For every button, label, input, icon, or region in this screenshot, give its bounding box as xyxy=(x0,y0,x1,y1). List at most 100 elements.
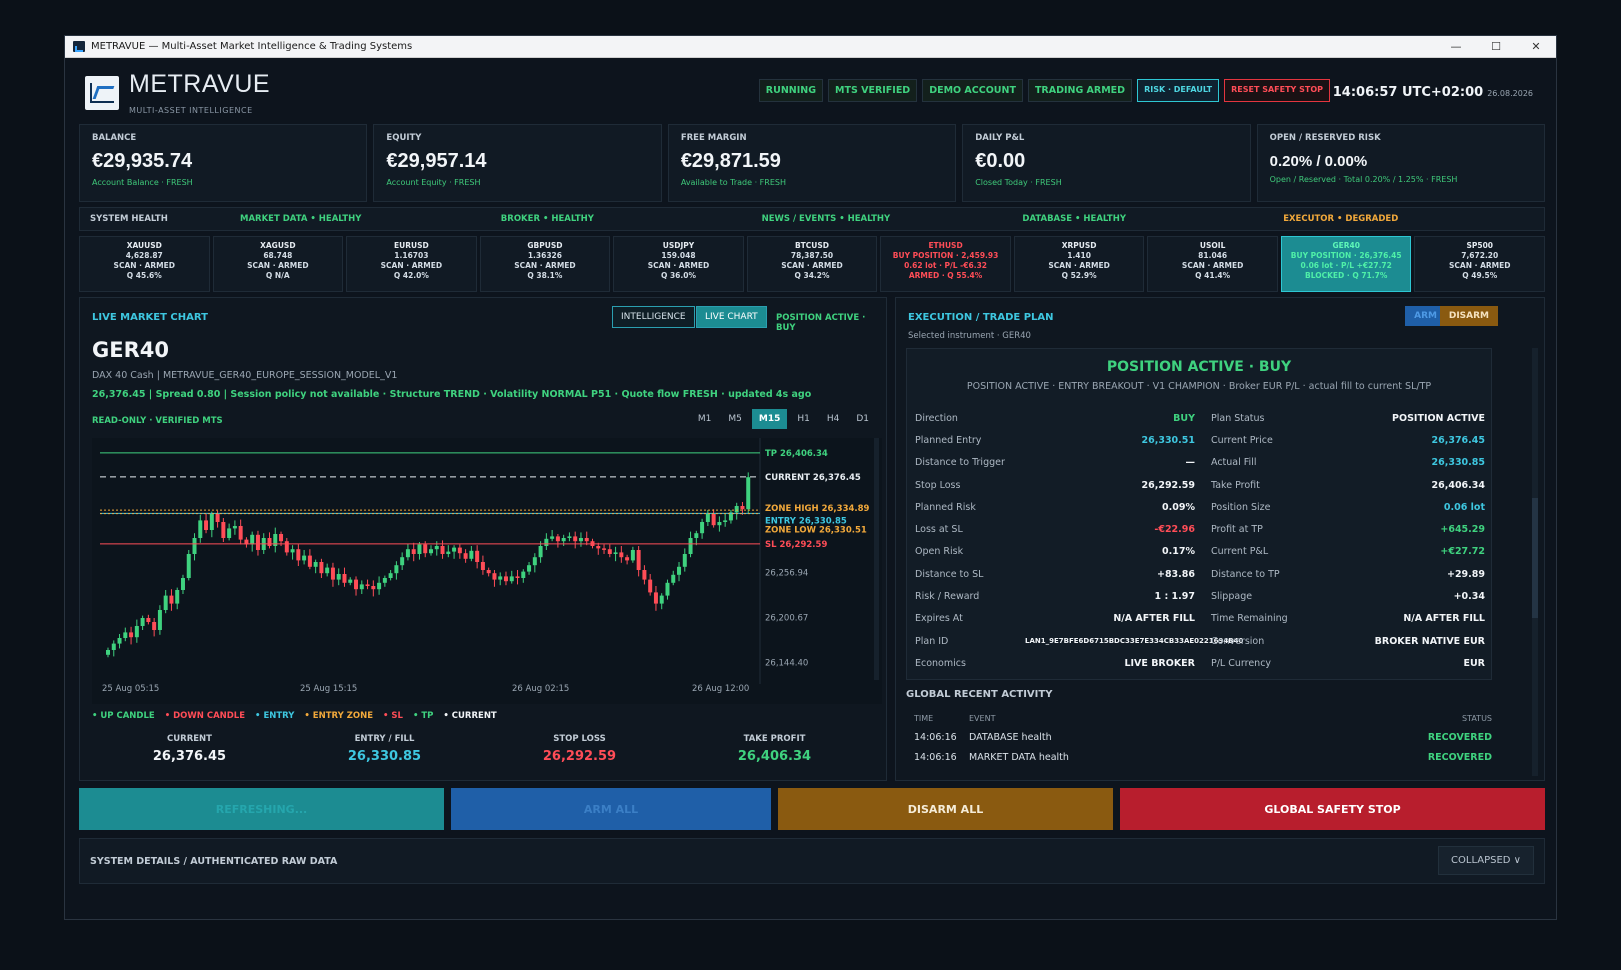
legend-sl: • SL xyxy=(383,711,403,721)
collapse-toggle[interactable]: COLLAPSED ∨ xyxy=(1438,846,1534,875)
up-candle xyxy=(700,522,705,534)
down-candle xyxy=(584,538,589,542)
ticker-sp500[interactable]: SP500 7,672.20 SCAN · ARMED Q 49.5% xyxy=(1414,236,1546,292)
header: METRAVUE MULTI-ASSET INTELLIGENCE RUNNIN… xyxy=(85,70,1545,120)
plan-value: BUY xyxy=(1173,412,1195,424)
ticker-xagusd[interactable]: XAGUSD 68.748 SCAN · ARMED Q N/A xyxy=(212,236,344,292)
title-bar: METRAVUE — Multi-Asset Market Intelligen… xyxy=(65,36,1556,58)
plan-key: Time Remaining xyxy=(1211,613,1288,625)
app-icon xyxy=(73,41,85,52)
close-button[interactable]: ✕ xyxy=(1516,40,1556,53)
up-candle xyxy=(192,538,197,554)
down-candle xyxy=(267,538,272,546)
disarm-button[interactable]: DISARM xyxy=(1439,306,1498,326)
down-candle xyxy=(215,514,220,522)
tf-d1[interactable]: D1 xyxy=(849,409,876,429)
ticker-gbpusd[interactable]: GBPUSD 1.36326 SCAN · ARMED Q 38.1% xyxy=(479,236,611,292)
plan-value: 0.09% xyxy=(1162,501,1195,513)
card-sub: Open / Reserved · Total 0.20% / 1.25% · … xyxy=(1269,175,1458,184)
recent-head-status: STATUS xyxy=(1461,714,1492,723)
summary-entry: ENTRY / FILL 26,330.85 xyxy=(287,734,482,764)
list-item[interactable]: 14:06:16 MARKET DATA health RECOVERED xyxy=(906,752,1492,763)
execution-panel: EXECUTION / TRADE PLAN ARM DISARM Select… xyxy=(895,297,1545,781)
tf-h4[interactable]: H4 xyxy=(820,409,847,429)
plan-key: Profit at TP xyxy=(1211,524,1263,536)
down-candle xyxy=(365,584,370,586)
system-health-bar: SYSTEM HEALTH MARKET DATA • HEALTHY BROK… xyxy=(79,207,1545,231)
ticker-symbol: ETHUSD xyxy=(928,241,963,250)
disarm-all-button[interactable]: DISARM ALL xyxy=(778,788,1113,830)
ticker-line: 68.748 xyxy=(263,251,293,260)
sl-line-label: SL 26,292.59 xyxy=(765,540,827,550)
reset-safety-stop-button[interactable]: RESET SAFETY STOP xyxy=(1224,79,1330,102)
risk-default-button[interactable]: RISK · DEFAULT xyxy=(1137,79,1220,102)
plan-value: 26,330.51 xyxy=(1141,434,1196,446)
ticker-usoil[interactable]: USOIL 81.046 SCAN · ARMED Q 41.4% xyxy=(1147,236,1278,292)
up-candle xyxy=(567,536,572,538)
tab-live-chart[interactable]: LIVE CHART xyxy=(696,306,767,328)
down-candle xyxy=(573,536,578,542)
plan-key: P/L Currency xyxy=(1211,657,1272,669)
arm-all-button[interactable]: ARM ALL xyxy=(451,788,771,830)
card-label: FREE MARGIN xyxy=(680,133,747,143)
tf-m1[interactable]: M1 xyxy=(691,409,719,429)
current-line-label: CURRENT 26,376.45 xyxy=(765,473,861,483)
tab-intelligence[interactable]: INTELLIGENCE xyxy=(612,306,695,328)
plan-value: 26,406.34 xyxy=(1431,479,1486,491)
exec-panel-title: EXECUTION / TRADE PLAN xyxy=(908,312,1054,323)
y-tick-label: 26,144.40 xyxy=(765,658,808,668)
minimize-button[interactable]: — xyxy=(1436,40,1476,53)
down-candle xyxy=(480,562,485,570)
maximize-button[interactable]: ☐ xyxy=(1476,40,1516,53)
ticker-ethusd[interactable]: ETHUSD BUY POSITION · 2,459.93 0.62 lot · … xyxy=(880,236,1011,292)
plan-key: Planned Entry xyxy=(915,434,982,446)
ticker-xauusd[interactable]: XAUUSD 4,628.87 SCAN · ARMED Q 45.6% xyxy=(79,236,210,292)
down-candle xyxy=(486,570,491,574)
up-candle xyxy=(123,632,128,638)
ticker-eurusd[interactable]: EURUSD 1.16703 SCAN · ARMED Q 42.0% xyxy=(346,236,477,292)
up-candle xyxy=(429,549,433,554)
ticker-ger40[interactable]: GER40 BUY POSITION · 26,376.45 0.06 lot · … xyxy=(1280,236,1412,292)
scrollbar-thumb[interactable] xyxy=(1532,498,1538,618)
candlestick-chart[interactable]: TP 26,406.34 CURRENT 26,376.45 ZONE HIGH 2… xyxy=(92,438,882,704)
list-item[interactable]: 14:06:16 DATABASE health RECOVERED xyxy=(906,732,1492,743)
ticker-xrpusd[interactable]: XRPUSD 1.410 SCAN · ARMED Q 52.9% xyxy=(1013,236,1145,292)
up-candle xyxy=(325,567,330,574)
plan-value: 0.06 lot xyxy=(1443,501,1485,513)
down-candle xyxy=(457,547,462,554)
down-candle xyxy=(152,622,157,630)
tp-line-label: TP 26,406.34 xyxy=(765,449,828,459)
ticker-symbol: BTCUSD xyxy=(794,241,830,250)
up-candle xyxy=(302,555,307,561)
plan-row: Planned Risk 0.09% Position Size 0.06 lot xyxy=(915,496,1485,518)
up-candle xyxy=(382,578,387,583)
up-candle xyxy=(405,549,410,558)
summary-value: 26,330.85 xyxy=(347,749,422,764)
plan-key: Stop Loss xyxy=(915,479,961,491)
exec-scrollbar[interactable] xyxy=(1532,348,1538,776)
plan-key: Risk / Reward xyxy=(915,591,980,603)
chart-panel-title: LIVE MARKET CHART xyxy=(92,312,208,323)
logo-icon xyxy=(85,76,119,110)
ticker-line: BUY POSITION · 2,459.93 xyxy=(892,251,999,260)
ticker-symbol: GER40 xyxy=(1332,241,1360,250)
plan-key: Actual Fill xyxy=(1211,457,1257,469)
refresh-button[interactable]: REFRESHING... xyxy=(79,788,444,830)
chart-meta: 26,376.45 | Spread 0.80 | Session policy… xyxy=(92,389,812,400)
ticker-usdjpy[interactable]: USDJPY 159.048 SCAN · ARMED Q 36.0% xyxy=(613,236,744,292)
up-candle xyxy=(175,590,180,604)
ticker-line: ARMED · Q 55.4% xyxy=(908,271,983,280)
tf-m5[interactable]: M5 xyxy=(721,409,749,429)
tf-h1[interactable]: H1 xyxy=(790,409,817,429)
tf-m15[interactable]: M15 xyxy=(751,409,788,429)
legend-down-candle: • DOWN CANDLE xyxy=(164,711,246,721)
global-safety-stop-button[interactable]: GLOBAL SAFETY STOP xyxy=(1120,788,1545,830)
down-candle xyxy=(221,522,226,538)
ticker-line: SCAN · ARMED xyxy=(1181,261,1244,270)
up-candle xyxy=(140,618,145,626)
up-candle xyxy=(111,643,116,650)
ticker-btcusd[interactable]: BTCUSD 78,387.50 SCAN · ARMED Q 34.2% xyxy=(746,236,878,292)
up-candle xyxy=(313,562,318,567)
down-candle xyxy=(319,562,324,574)
up-candle xyxy=(630,550,635,561)
